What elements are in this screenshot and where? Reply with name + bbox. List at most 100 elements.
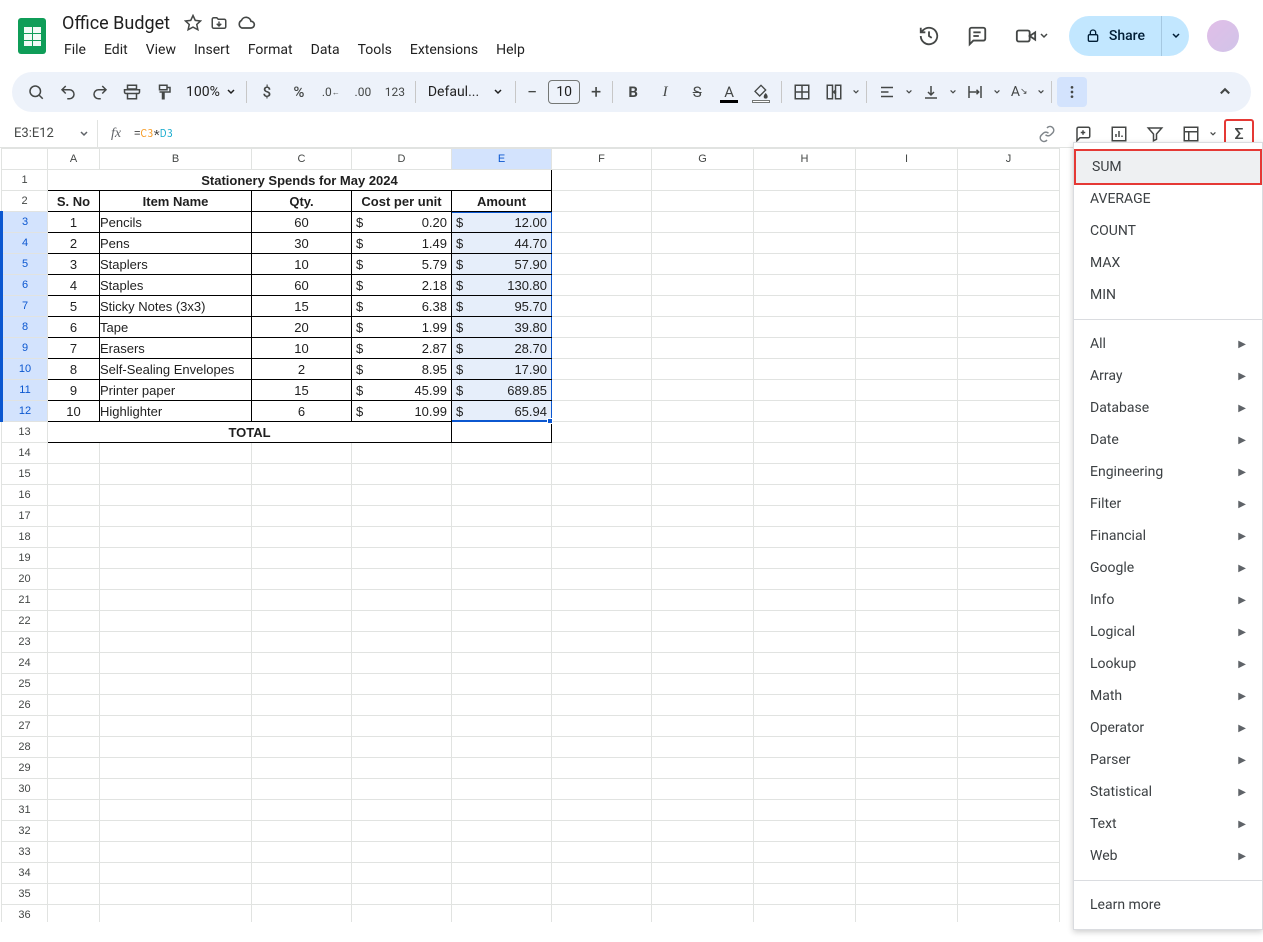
cell-B21[interactable] <box>100 590 252 611</box>
cell-C31[interactable] <box>252 800 352 821</box>
cell-D28[interactable] <box>352 737 452 758</box>
menu-file[interactable]: File <box>56 38 94 62</box>
cell-I25[interactable] <box>856 674 958 695</box>
zoom-select[interactable]: 100% <box>180 84 242 100</box>
cell-H2[interactable] <box>754 191 856 212</box>
cell-D29[interactable] <box>352 758 452 779</box>
cell-F4[interactable] <box>552 233 652 254</box>
cell-I1[interactable] <box>856 170 958 191</box>
cell-H6[interactable] <box>754 275 856 296</box>
function-category-lookup[interactable]: Lookup▶ <box>1074 648 1262 680</box>
cell-I13[interactable] <box>856 422 958 443</box>
cell-H17[interactable] <box>754 506 856 527</box>
meet-button[interactable] <box>1007 19 1057 53</box>
function-category-filter[interactable]: Filter▶ <box>1074 488 1262 520</box>
function-learn-more[interactable]: Learn more <box>1074 889 1262 921</box>
cell-B19[interactable] <box>100 548 252 569</box>
cell-I34[interactable] <box>856 863 958 884</box>
cell-G25[interactable] <box>652 674 754 695</box>
cell-G28[interactable] <box>652 737 754 758</box>
cell-H19[interactable] <box>754 548 856 569</box>
cell-J30[interactable] <box>958 779 1060 800</box>
cell-A4[interactable]: 2 <box>48 233 100 254</box>
cell-H29[interactable] <box>754 758 856 779</box>
cell-J34[interactable] <box>958 863 1060 884</box>
cell-J22[interactable] <box>958 611 1060 632</box>
cell-F2[interactable] <box>552 191 652 212</box>
cell-G17[interactable] <box>652 506 754 527</box>
cell-J2[interactable] <box>958 191 1060 212</box>
cell-G35[interactable] <box>652 884 754 905</box>
cell-E33[interactable] <box>452 842 552 863</box>
share-dropdown[interactable] <box>1161 16 1189 56</box>
cell-H7[interactable] <box>754 296 856 317</box>
cell-B10[interactable]: Self-Sealing Envelopes <box>100 359 252 380</box>
cell-E27[interactable] <box>452 716 552 737</box>
cell-E20[interactable] <box>452 569 552 590</box>
cell-A8[interactable]: 6 <box>48 317 100 338</box>
cell-A11[interactable]: 9 <box>48 380 100 401</box>
cell-E5[interactable]: $57.90 <box>452 254 552 275</box>
cell-D12[interactable]: $10.99 <box>352 401 452 422</box>
cell-C29[interactable] <box>252 758 352 779</box>
print-icon[interactable] <box>117 77 147 107</box>
cell-F11[interactable] <box>552 380 652 401</box>
cell-G5[interactable] <box>652 254 754 275</box>
cell-C16[interactable] <box>252 485 352 506</box>
cell-E16[interactable] <box>452 485 552 506</box>
row-header-30[interactable]: 30 <box>2 779 48 800</box>
cell-B24[interactable] <box>100 653 252 674</box>
cell-I6[interactable] <box>856 275 958 296</box>
cell-A34[interactable] <box>48 863 100 884</box>
cell-I18[interactable] <box>856 527 958 548</box>
cell-I10[interactable] <box>856 359 958 380</box>
cell-F3[interactable] <box>552 212 652 233</box>
increase-decimal-icon[interactable]: .00 <box>348 77 378 107</box>
cell-A9[interactable]: 7 <box>48 338 100 359</box>
cell-C36[interactable] <box>252 905 352 923</box>
cell-G26[interactable] <box>652 695 754 716</box>
cell-F28[interactable] <box>552 737 652 758</box>
function-average[interactable]: AVERAGE <box>1074 183 1262 215</box>
cell-D36[interactable] <box>352 905 452 923</box>
cell-I12[interactable] <box>856 401 958 422</box>
cell-G4[interactable] <box>652 233 754 254</box>
cell-G34[interactable] <box>652 863 754 884</box>
cell-B6[interactable]: Staples <box>100 275 252 296</box>
cell-G11[interactable] <box>652 380 754 401</box>
cell-G13[interactable] <box>652 422 754 443</box>
row-header-34[interactable]: 34 <box>2 863 48 884</box>
cell-F5[interactable] <box>552 254 652 275</box>
borders-icon[interactable] <box>787 77 817 107</box>
function-category-logical[interactable]: Logical▶ <box>1074 616 1262 648</box>
cell-title[interactable]: Stationery Spends for May 2024 <box>48 170 552 191</box>
cell-A2[interactable]: S. No <box>48 191 100 212</box>
menu-insert[interactable]: Insert <box>186 38 238 62</box>
row-header-28[interactable]: 28 <box>2 737 48 758</box>
cell-I20[interactable] <box>856 569 958 590</box>
cell-A6[interactable]: 4 <box>48 275 100 296</box>
cell-I23[interactable] <box>856 632 958 653</box>
col-header-E[interactable]: E <box>452 149 552 170</box>
cell-D3[interactable]: $0.20 <box>352 212 452 233</box>
cell-C18[interactable] <box>252 527 352 548</box>
cell-B20[interactable] <box>100 569 252 590</box>
cell-I31[interactable] <box>856 800 958 821</box>
cell-D18[interactable] <box>352 527 452 548</box>
cell-D19[interactable] <box>352 548 452 569</box>
cell-F13[interactable] <box>552 422 652 443</box>
cell-F9[interactable] <box>552 338 652 359</box>
function-category-math[interactable]: Math▶ <box>1074 680 1262 712</box>
cell-C23[interactable] <box>252 632 352 653</box>
cell-E9[interactable]: $28.70 <box>452 338 552 359</box>
cell-G1[interactable] <box>652 170 754 191</box>
row-header-29[interactable]: 29 <box>2 758 48 779</box>
cell-C22[interactable] <box>252 611 352 632</box>
cell-J15[interactable] <box>958 464 1060 485</box>
cell-E6[interactable]: $130.80 <box>452 275 552 296</box>
cell-C14[interactable] <box>252 443 352 464</box>
cell-G16[interactable] <box>652 485 754 506</box>
cell-A16[interactable] <box>48 485 100 506</box>
cell-B27[interactable] <box>100 716 252 737</box>
font-size-input[interactable]: 10 <box>548 80 580 104</box>
